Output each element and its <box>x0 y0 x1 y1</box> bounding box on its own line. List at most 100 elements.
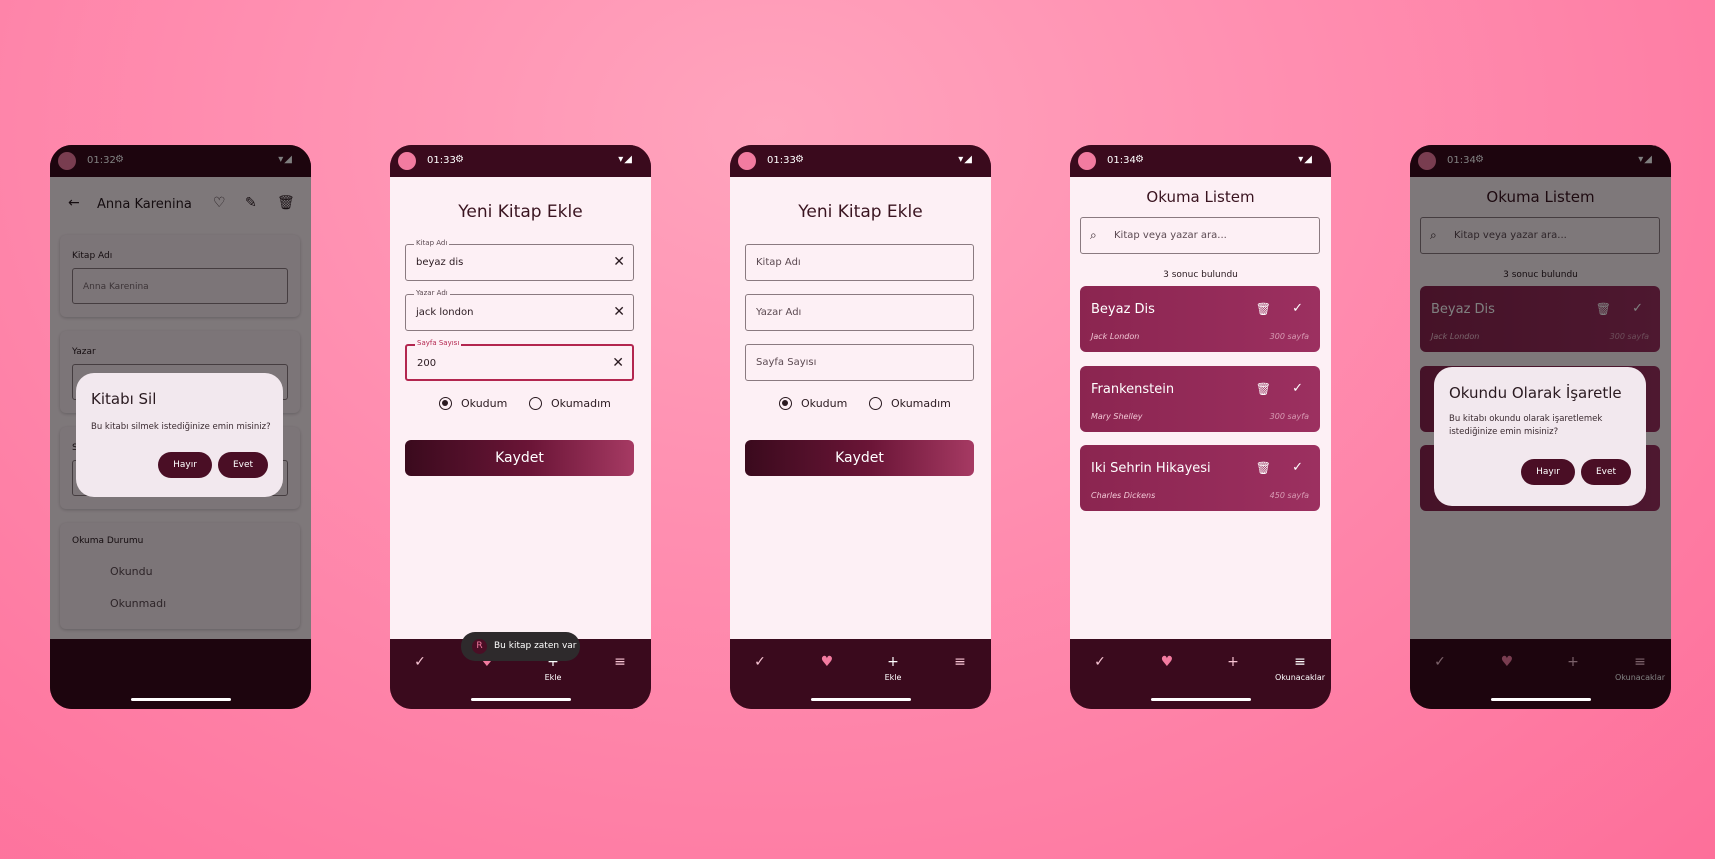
heart-icon: ♥ <box>820 654 834 670</box>
save-button[interactable]: Kaydet <box>405 440 634 476</box>
status-time: 01:34 <box>1107 155 1136 166</box>
status-bar: 01:33 ⚙ ▾◢ <box>390 145 651 177</box>
book-title-field[interactable]: Kitap Adı beyaz dis ✕ <box>405 239 634 281</box>
status-time: 01:33 <box>427 155 456 166</box>
status-bar: 01:33 ⚙ ▾◢ <box>730 145 991 177</box>
heart-icon: ♥ <box>1160 654 1174 670</box>
nav-to-read[interactable]: ≡ <box>590 653 650 671</box>
nav-read[interactable]: ✓ <box>390 653 450 671</box>
cancel-button[interactable]: Hayır <box>1521 459 1575 485</box>
settings-status-icon: ⚙ <box>795 154 804 165</box>
book-card[interactable]: Beyaz Dis 🗑 ✓ Jack London 300 sayfa <box>1080 286 1320 352</box>
nav-read[interactable]: ✓ <box>1070 653 1130 671</box>
confirm-button[interactable]: Evet <box>218 452 268 478</box>
add-book-screen: Yeni Kitap Ekle Kitap Adı Yazar Adı Sayf… <box>730 177 991 639</box>
close-icon[interactable]: ✕ <box>612 355 624 371</box>
phone-mark-read-dialog: 01:34 ⚙ ▾◢ Okuma Listem ⌕ Kitap veya yaz… <box>1410 145 1671 709</box>
check-icon[interactable]: ✓ <box>1292 460 1303 475</box>
nav-add-label: Ekle <box>544 673 562 682</box>
unread-radio-label: Okumadım <box>891 397 951 410</box>
unread-radio-label: Okumadım <box>551 397 611 410</box>
trash-icon[interactable]: 🗑 <box>1256 382 1271 396</box>
author-field[interactable]: Yazar Adı <box>745 294 974 331</box>
phone-book-detail: 01:32 ⚙ ▾◢ ← Anna Karenina ♡ ✎ 🗑 Kitap A… <box>50 145 311 709</box>
mark-read-dialog: Okundu Olarak İşaretle Bu kitabı okundu … <box>1434 367 1646 506</box>
page-title: Okuma Listem <box>1146 188 1255 206</box>
unread-radio[interactable] <box>869 397 882 410</box>
check-icon: ✓ <box>414 654 426 670</box>
nav-read[interactable]: ✓ <box>730 653 790 671</box>
book-card[interactable]: Iki Sehrin Hikayesi 🗑 ✓ Charles Dickens … <box>1080 445 1320 511</box>
author-label: Yazar Adı <box>414 289 450 297</box>
search-placeholder: Kitap veya yazar ara... <box>1114 230 1227 241</box>
nav-add[interactable]: + Ekle <box>863 653 923 682</box>
home-indicator <box>131 698 231 701</box>
page-title: Yeni Kitap Ekle <box>458 202 583 222</box>
check-icon: ✓ <box>754 654 766 670</box>
read-radio[interactable] <box>439 397 452 410</box>
book-card[interactable]: Frankenstein 🗑 ✓ Mary Shelley 300 sayfa <box>1080 366 1320 432</box>
page-count-label: Sayfa Sayısı <box>415 339 462 347</box>
menu-icon: ≡ <box>954 654 966 670</box>
close-icon[interactable]: ✕ <box>613 254 625 270</box>
check-icon[interactable]: ✓ <box>1292 301 1303 316</box>
close-icon[interactable]: ✕ <box>613 304 625 320</box>
confirm-button[interactable]: Evet <box>1581 459 1631 485</box>
camera-dot <box>1078 152 1096 170</box>
read-radio-label: Okudum <box>801 397 848 410</box>
read-status-radio-group: Okudum Okumadım <box>390 394 651 414</box>
book-title: Iki Sehrin Hikayesi <box>1091 461 1211 476</box>
page-title: Yeni Kitap Ekle <box>798 202 923 222</box>
nav-to-read[interactable]: ≡ <box>930 653 990 671</box>
phone-add-book-empty: 01:33 ⚙ ▾◢ Yeni Kitap Ekle Kitap Adı Yaz… <box>730 145 991 709</box>
author-value: jack london <box>416 307 474 318</box>
book-title-value: beyaz dis <box>416 257 464 268</box>
dialog-message: Bu kitabı okundu olarak işaretlemek iste… <box>1449 414 1603 437</box>
check-icon[interactable]: ✓ <box>1292 381 1303 396</box>
search-input[interactable]: ⌕ Kitap veya yazar ara... <box>1080 217 1320 254</box>
page-count-value: 200 <box>417 358 437 369</box>
book-title-placeholder: Kitap Adı <box>756 257 801 268</box>
nav-add[interactable]: + <box>1203 653 1263 671</box>
camera-dot <box>398 152 416 170</box>
nav-favorites[interactable]: ♥ <box>1137 653 1197 671</box>
book-author: Mary Shelley <box>1091 412 1143 421</box>
home-indicator <box>1491 698 1591 701</box>
book-title: Beyaz Dis <box>1091 302 1155 317</box>
read-radio[interactable] <box>779 397 792 410</box>
page-count-field[interactable]: Sayfa Sayısı <box>745 344 974 381</box>
dialog-title: Kitabı Sil <box>91 390 157 408</box>
app-icon: R <box>472 639 487 654</box>
unread-radio[interactable] <box>529 397 542 410</box>
home-indicator <box>471 698 571 701</box>
status-bar: 01:34 ⚙ ▾◢ <box>1070 145 1331 177</box>
dialog-title: Okundu Olarak İşaretle <box>1449 384 1622 402</box>
book-pages: 300 sayfa <box>1269 332 1309 341</box>
read-radio-label: Okudum <box>461 397 508 410</box>
add-book-screen: Yeni Kitap Ekle Kitap Adı beyaz dis ✕ Ya… <box>390 177 651 639</box>
author-placeholder: Yazar Adı <box>756 307 802 318</box>
phone-add-book-filled: 01:33 ⚙ ▾◢ Yeni Kitap Ekle Kitap Adı bey… <box>390 145 651 709</box>
trash-icon[interactable]: 🗑 <box>1256 461 1271 475</box>
nav-to-read-label: Okunacaklar <box>1274 673 1326 682</box>
read-status-radio-group: Okudum Okumadım <box>730 394 991 414</box>
nav-favorites[interactable]: ♥ <box>797 653 857 671</box>
nav-to-read[interactable]: ≡ Okunacaklar <box>1270 653 1330 682</box>
toast-message: R Bu kitap zaten var <box>461 632 580 661</box>
delete-dialog: Kitabı Sil Bu kitabı silmek istediğinize… <box>76 373 283 497</box>
plus-icon: + <box>887 654 899 670</box>
author-field[interactable]: Yazar Adı jack london ✕ <box>405 289 634 331</box>
signal-icon: ▾◢ <box>1298 154 1313 165</box>
camera-dot <box>738 152 756 170</box>
save-button[interactable]: Kaydet <box>745 440 974 476</box>
result-count: 3 sonuc bulundu <box>1163 270 1238 280</box>
reading-list-screen: Okuma Listem ⌕ Kitap veya yazar ara... 3… <box>1070 177 1331 639</box>
book-pages: 300 sayfa <box>1269 412 1309 421</box>
trash-icon[interactable]: 🗑 <box>1256 302 1271 316</box>
page-count-field[interactable]: Sayfa Sayısı 200 ✕ <box>405 339 634 381</box>
book-title-field[interactable]: Kitap Adı <box>745 244 974 281</box>
signal-icon: ▾◢ <box>958 154 973 165</box>
cancel-button[interactable]: Hayır <box>158 452 212 478</box>
menu-icon: ≡ <box>614 654 626 670</box>
dialog-message: Bu kitabı silmek istediğinize emin misin… <box>91 422 271 432</box>
